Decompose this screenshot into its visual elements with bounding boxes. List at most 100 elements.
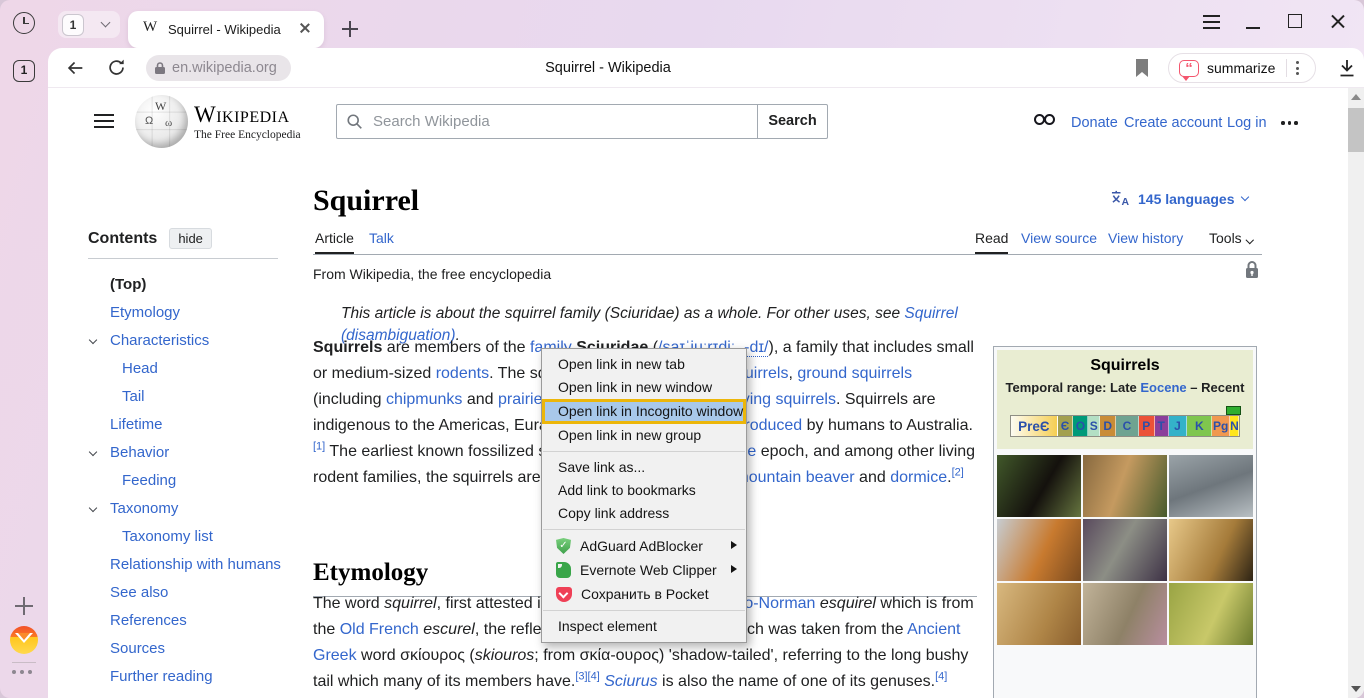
timeline-segment[interactable]: T (1155, 416, 1169, 436)
page-protection-lock-icon[interactable] (1244, 260, 1260, 285)
minimize-button[interactable] (1242, 10, 1266, 34)
toc-item-head[interactable]: Head (88, 355, 302, 383)
history-clock-icon[interactable] (13, 12, 35, 34)
squirrel-photo[interactable] (1083, 583, 1167, 645)
chevron-down-icon[interactable] (101, 18, 111, 28)
article-link[interactable]: chipmunks (386, 391, 462, 408)
timeline-segment[interactable]: Pg (1212, 416, 1230, 436)
timeline-segment[interactable]: P (1139, 416, 1155, 436)
scrollbar[interactable] (1348, 88, 1364, 698)
kebab-menu-icon[interactable] (1296, 61, 1299, 75)
log-in-link[interactable]: Log in (1227, 115, 1267, 131)
menu-item-open-link-new-window[interactable]: Open link in new window (542, 376, 746, 399)
toc-item-further-reading[interactable]: Further reading (88, 663, 302, 691)
toc-item-behavior[interactable]: Behavior (88, 439, 302, 467)
chevron-down-icon[interactable] (89, 448, 97, 456)
toc-item-sources[interactable]: Sources (88, 635, 302, 663)
timeline-segment[interactable]: C (1116, 416, 1139, 436)
reference-link[interactable]: [1] (313, 441, 325, 453)
article-link[interactable]: mountain beaver (735, 469, 854, 486)
toc-item-references[interactable]: References (88, 607, 302, 635)
timeline-segment[interactable]: S (1088, 416, 1100, 436)
squirrel-photo[interactable] (1083, 455, 1167, 517)
tab-talk[interactable]: Talk (369, 230, 394, 246)
tab-group-counter[interactable]: 1 (58, 11, 120, 38)
personal-tools-ellipsis-icon[interactable] (1281, 115, 1298, 125)
new-tab-button[interactable] (334, 13, 366, 45)
search-input[interactable] (371, 112, 757, 131)
menu-item-adguard-adblocker[interactable]: ✓ AdGuard AdBlocker (542, 534, 746, 558)
article-link[interactable]: Sciurus (604, 673, 657, 690)
toc-item-taxonomy[interactable]: Taxonomy (88, 495, 302, 523)
scroll-down-arrow[interactable] (1351, 686, 1361, 692)
timeline-segment[interactable]: O (1073, 416, 1088, 436)
squirrel-photo[interactable] (997, 583, 1081, 645)
tab-read[interactable]: Read (975, 230, 1008, 254)
back-icon[interactable] (64, 57, 86, 79)
timeline-segment[interactable]: PreЄ (1011, 416, 1058, 436)
toc-item-tail[interactable]: Tail (88, 383, 302, 411)
article-link[interactable]: dormice (890, 469, 947, 486)
squirrel-photo[interactable] (997, 455, 1081, 517)
browser-menu-icon[interactable] (1200, 10, 1224, 34)
menu-item-copy-link-address[interactable]: Copy link address (542, 502, 746, 525)
menu-item-add-link-to-bookmarks[interactable]: Add link to bookmarks (542, 479, 746, 502)
article-link[interactable]: flying squirrels (734, 391, 836, 408)
appearance-glasses-icon[interactable] (1034, 114, 1055, 125)
menu-item-open-link-new-group[interactable]: Open link in new group (542, 424, 746, 447)
sidebar-more-icon[interactable] (12, 670, 38, 674)
toc-item-top[interactable]: (Top) (88, 271, 302, 299)
languages-button[interactable]: A 145 languages (1110, 189, 1248, 208)
squirrel-photo[interactable] (1083, 519, 1167, 581)
toc-item-characteristics[interactable]: Characteristics (88, 327, 302, 355)
active-tab[interactable]: W Squirrel - Wikipedia (128, 11, 324, 48)
tab-counter-badge[interactable]: 1 (13, 60, 35, 82)
close-window-button[interactable] (1326, 10, 1350, 34)
search-box[interactable] (336, 104, 758, 139)
toc-item-taxonomy-list[interactable]: Taxonomy list (88, 523, 302, 551)
reference-link[interactable]: [2] (952, 467, 964, 479)
bookmark-icon[interactable] (1134, 58, 1150, 78)
timeline-segment[interactable]: K (1187, 416, 1212, 436)
scrollbar-thumb[interactable] (1348, 108, 1364, 152)
search-button[interactable]: Search (758, 104, 828, 139)
reference-link[interactable]: [4] (935, 671, 947, 683)
toc-item-external-links[interactable]: External links (88, 691, 302, 698)
wiki-hamburger-icon[interactable] (94, 114, 116, 129)
article-link[interactable]: Old French (340, 621, 419, 638)
tab-article[interactable]: Article (315, 230, 354, 254)
timeline-segment[interactable]: N (1230, 416, 1239, 436)
toc-item-etymology[interactable]: Etymology (88, 299, 302, 327)
create-account-link[interactable]: Create account (1124, 115, 1222, 131)
donate-link[interactable]: Donate (1071, 115, 1118, 131)
tab-view-source[interactable]: View source (1021, 230, 1097, 246)
menu-item-inspect-element[interactable]: Inspect element (542, 615, 746, 638)
article-link[interactable]: ground squirrels (797, 365, 912, 382)
chevron-down-icon[interactable] (89, 504, 97, 512)
article-link[interactable]: rodents (436, 365, 489, 382)
sidebar-add-icon[interactable] (14, 596, 34, 616)
url-pill[interactable]: en.wikipedia.org (146, 55, 291, 81)
scroll-up-arrow[interactable] (1351, 94, 1361, 100)
toc-hide-button[interactable]: hide (169, 228, 212, 249)
toc-item-feeding[interactable]: Feeding (88, 467, 302, 495)
downloads-icon[interactable] (1336, 57, 1358, 79)
toc-item-relationship-with-humans[interactable]: Relationship with humans (88, 551, 302, 579)
menu-item-open-link-incognito-window[interactable]: Open link in Incognito window (542, 399, 746, 424)
toc-item-see-also[interactable]: See also (88, 579, 302, 607)
squirrel-photo[interactable] (997, 519, 1081, 581)
tab-tools[interactable]: Tools (1209, 230, 1252, 246)
squirrel-photo[interactable] (1169, 583, 1253, 645)
menu-item-save-to-pocket[interactable]: Сохранить в Pocket (542, 582, 746, 606)
timeline-segment[interactable]: Є (1058, 416, 1074, 436)
menu-item-evernote-web-clipper[interactable]: Evernote Web Clipper (542, 558, 746, 582)
squirrel-photo[interactable] (1169, 519, 1253, 581)
tab-view-history[interactable]: View history (1108, 230, 1183, 246)
article-link[interactable]: Eocene (1140, 380, 1186, 395)
squirrel-photo[interactable] (1169, 455, 1253, 517)
maximize-button[interactable] (1284, 10, 1308, 34)
timeline-segment[interactable]: D (1100, 416, 1116, 436)
wikipedia-globe-logo[interactable]: WΩω (135, 95, 188, 148)
menu-item-open-link-new-tab[interactable]: Open link in new tab (542, 353, 746, 376)
close-tab-icon[interactable] (297, 20, 313, 36)
